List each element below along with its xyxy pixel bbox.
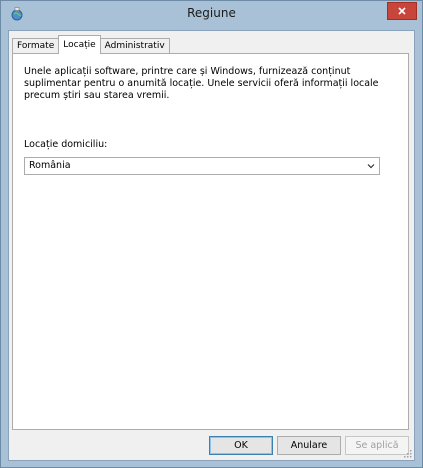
cancel-button[interactable]: Anulare [277, 436, 341, 455]
title-bar[interactable]: Regiune [1, 1, 422, 27]
ok-button[interactable]: OK [209, 436, 273, 455]
tab-strip: Formate Locație Administrativ [12, 35, 170, 54]
tab-location[interactable]: Locație [58, 35, 101, 54]
location-tab-panel: Unele aplicații software, printre care ș… [12, 53, 409, 430]
home-location-label: Locație domiciliu: [24, 139, 108, 150]
tab-formats[interactable]: Formate [12, 38, 60, 54]
location-description: Unele aplicații software, printre care ș… [24, 66, 379, 101]
resize-grip-icon[interactable] [402, 448, 412, 458]
close-button[interactable] [387, 2, 417, 20]
home-location-dropdown[interactable]: România [24, 157, 380, 175]
dialog-client-area: Formate Locație Administrativ Unele apli… [8, 30, 415, 461]
tab-administrative[interactable]: Administrativ [99, 38, 170, 54]
window-title: Regiune [187, 6, 236, 20]
home-location-value: România [29, 160, 71, 171]
region-dialog-window: Regiune Formate Locație Administrativ Un… [0, 0, 423, 468]
close-icon [398, 7, 406, 15]
apply-button[interactable]: Se aplică [345, 436, 409, 455]
chevron-down-icon [367, 164, 375, 169]
